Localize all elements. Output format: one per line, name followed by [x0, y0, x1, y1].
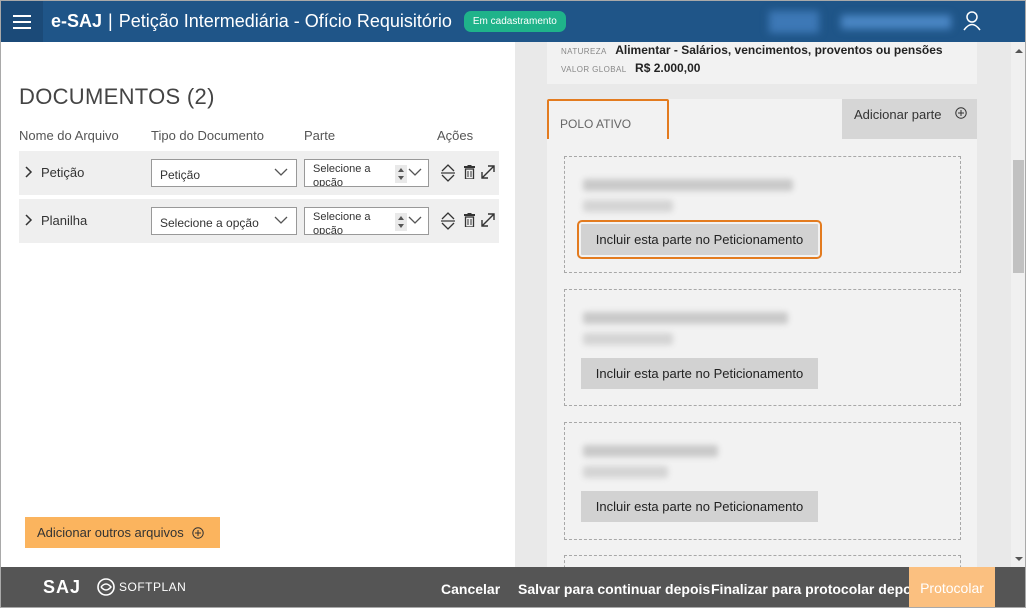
- document-type-select[interactable]: Petição: [151, 159, 297, 187]
- tab-polo-ativo[interactable]: POLO ATIVO: [547, 99, 669, 142]
- menu-icon: [13, 14, 31, 29]
- save-continue-button[interactable]: Salvar para continuar depois: [518, 581, 710, 597]
- add-party-label: Adicionar parte: [854, 107, 942, 122]
- plus-circle-icon: [955, 107, 967, 119]
- blurred-party-document: [583, 333, 673, 345]
- app-window: e-SAJ | Petição Intermediária - Ofício R…: [0, 0, 1026, 608]
- add-files-button[interactable]: Adicionar outros arquivos: [25, 517, 220, 548]
- document-name: Planilha: [41, 213, 88, 228]
- softplan-text: SOFTPLAN: [119, 580, 187, 594]
- chevron-down-icon: [274, 216, 288, 224]
- polo-tabs: POLO ATIVO Adicionar parte: [547, 99, 977, 142]
- valor-global-value: R$ 2.000,00: [635, 61, 701, 75]
- blurred-party-name: [583, 312, 788, 324]
- spinner-control[interactable]: [395, 213, 407, 231]
- blurred-party-name: [583, 445, 718, 457]
- chevron-down-icon: [274, 168, 288, 176]
- trash-icon[interactable]: [464, 165, 475, 179]
- document-type-value: Petição: [160, 168, 201, 182]
- softplan-logo: SOFTPLAN: [97, 578, 186, 596]
- documents-title: DOCUMENTOS (2): [19, 84, 215, 109]
- add-files-label: Adicionar outros arquivos: [37, 525, 184, 540]
- party-select-value: Selecione a opção: [313, 163, 371, 187]
- process-info-card: NATUREZA Alimentar - Salários, venciment…: [547, 42, 977, 84]
- party-card: [564, 555, 961, 567]
- blurred-party-name: [583, 179, 793, 191]
- reorder-icon[interactable]: [440, 212, 456, 230]
- expand-chevron-icon[interactable]: [25, 214, 33, 226]
- expand-icon[interactable]: [481, 165, 495, 179]
- include-party-button[interactable]: Incluir esta parte no Peticionamento: [581, 358, 818, 389]
- chevron-down-icon: [408, 216, 422, 224]
- reorder-icon[interactable]: [440, 164, 456, 182]
- party-select[interactable]: Selecione a opção: [304, 159, 429, 187]
- chevron-down-icon: [408, 168, 422, 176]
- document-type-select[interactable]: Selecione a opção: [151, 207, 297, 235]
- finalize-button[interactable]: Finalizar para protocolar depois: [711, 581, 923, 597]
- documents-panel: DOCUMENTOS (2) Nome do Arquivo Tipo do D…: [1, 42, 515, 567]
- party-card: Incluir esta parte no Peticionamento: [564, 289, 961, 406]
- protocolar-button[interactable]: Protocolar: [909, 567, 995, 607]
- scroll-thumb[interactable]: [1013, 160, 1024, 273]
- user-area[interactable]: [761, 1, 991, 42]
- page-title: Petição Intermediária - Ofício Requisitó…: [118, 11, 452, 31]
- document-type-value: Selecione a opção: [160, 216, 259, 230]
- spinner-control[interactable]: [395, 165, 407, 183]
- column-header-tipo: Tipo do Documento: [151, 128, 264, 143]
- column-header-parte: Parte: [304, 128, 336, 143]
- include-party-button[interactable]: Incluir esta parte no Peticionamento: [577, 220, 822, 259]
- blurred-court-name: [769, 11, 819, 33]
- plus-circle-icon: [192, 526, 204, 539]
- user-icon[interactable]: [963, 11, 981, 31]
- blurred-user-name: [841, 15, 951, 29]
- vertical-scrollbar[interactable]: [1011, 42, 1025, 567]
- title-separator: |: [108, 11, 113, 31]
- natureza-value: Alimentar - Salários, vencimentos, prove…: [615, 43, 943, 57]
- brand-name[interactable]: e-SAJ: [51, 11, 102, 32]
- document-name: Petição: [41, 165, 85, 180]
- blurred-party-document: [583, 466, 668, 478]
- party-select[interactable]: Selecione a opção: [304, 207, 429, 235]
- parties-panel: NATUREZA Alimentar - Salários, venciment…: [515, 42, 1011, 567]
- expand-icon[interactable]: [481, 213, 495, 227]
- top-bar: e-SAJ | Petição Intermediária - Ofício R…: [1, 1, 1025, 42]
- expand-chevron-icon[interactable]: [25, 166, 33, 178]
- trash-icon[interactable]: [464, 213, 475, 227]
- footer-bar: SAJ SOFTPLAN Cancelar Salvar para contin…: [1, 567, 1025, 607]
- party-card: Incluir esta parte no Peticionamento: [564, 156, 961, 273]
- column-header-acoes: Ações: [437, 128, 474, 143]
- valor-global-label: VALOR GLOBAL: [561, 65, 627, 74]
- status-badge: Em cadastramento: [463, 11, 566, 32]
- menu-button[interactable]: [1, 1, 43, 42]
- include-party-button[interactable]: Incluir esta parte no Peticionamento: [581, 491, 818, 522]
- column-header-nome: Nome do Arquivo: [19, 128, 119, 143]
- add-party-button[interactable]: Adicionar parte: [842, 99, 977, 139]
- scroll-up-icon[interactable]: [1014, 46, 1024, 56]
- party-card: Incluir esta parte no Peticionamento: [564, 422, 961, 540]
- natureza-label: NATUREZA: [561, 47, 607, 56]
- scroll-down-icon[interactable]: [1014, 554, 1024, 564]
- saj-logo: SAJ: [43, 577, 82, 597]
- parties-list: Incluir esta parte no Peticionamento Inc…: [547, 139, 977, 567]
- softplan-shield-icon: [97, 578, 115, 596]
- party-select-value: Selecione a opção: [313, 211, 371, 235]
- blurred-party-document: [583, 200, 673, 212]
- document-row: Petição Petição Selecione a opção: [19, 151, 499, 195]
- document-row: Planilha Selecione a opção Selecione a o…: [19, 199, 499, 243]
- cancel-button[interactable]: Cancelar: [441, 581, 500, 597]
